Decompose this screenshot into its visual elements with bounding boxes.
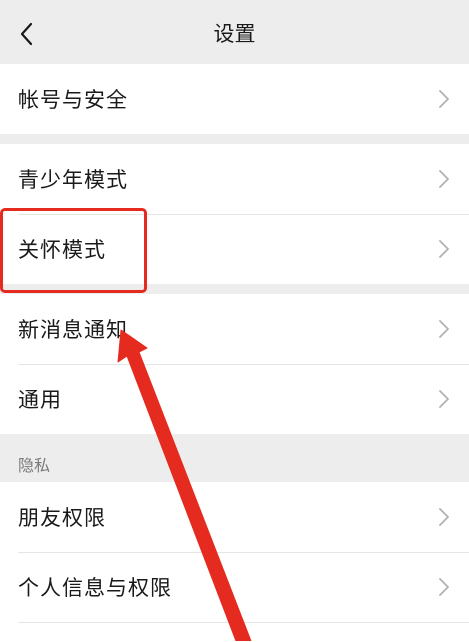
chevron-right-icon [439, 508, 449, 526]
settings-item-label: 新消息通知 [18, 318, 128, 342]
settings-item-friend-permissions[interactable]: 朋友权限 [0, 482, 469, 552]
settings-item-teen-mode[interactable]: 青少年模式 [0, 144, 469, 214]
row-divider [18, 364, 469, 365]
chevron-right-icon [439, 170, 449, 188]
settings-item-label: 朋友权限 [18, 506, 106, 530]
row-divider [18, 214, 469, 215]
settings-item-partial [0, 622, 469, 642]
settings-item-new-message-notifications[interactable]: 新消息通知 [0, 294, 469, 364]
section-privacy: 朋友权限 个人信息与权限 [0, 482, 469, 642]
settings-item-label: 青少年模式 [18, 168, 128, 192]
chevron-right-icon [439, 390, 449, 408]
row-divider [18, 622, 469, 623]
chevron-right-icon [439, 90, 449, 108]
settings-item-label: 关怀模式 [18, 238, 106, 262]
chevron-right-icon [439, 240, 449, 258]
navigation-bar: 设置 [0, 0, 469, 64]
settings-item-account-security[interactable]: 帐号与安全 [0, 64, 469, 134]
chevron-right-icon [439, 320, 449, 338]
settings-item-label: 通用 [18, 388, 62, 412]
section-account: 帐号与安全 [0, 64, 469, 134]
settings-item-general[interactable]: 通用 [0, 364, 469, 434]
settings-item-label: 个人信息与权限 [18, 576, 172, 600]
settings-item-personal-info-permissions[interactable]: 个人信息与权限 [0, 552, 469, 622]
section-header-privacy: 隐私 [18, 456, 51, 475]
back-button[interactable] [8, 14, 44, 54]
settings-item-care-mode[interactable]: 关怀模式 [0, 214, 469, 284]
page-title: 设置 [213, 22, 256, 46]
settings-item-label: 帐号与安全 [18, 88, 128, 112]
section-general: 新消息通知 通用 [0, 294, 469, 434]
section-modes: 青少年模式 关怀模式 [0, 144, 469, 284]
row-divider [18, 552, 469, 553]
chevron-right-icon [439, 578, 449, 596]
chevron-left-icon [20, 22, 33, 46]
